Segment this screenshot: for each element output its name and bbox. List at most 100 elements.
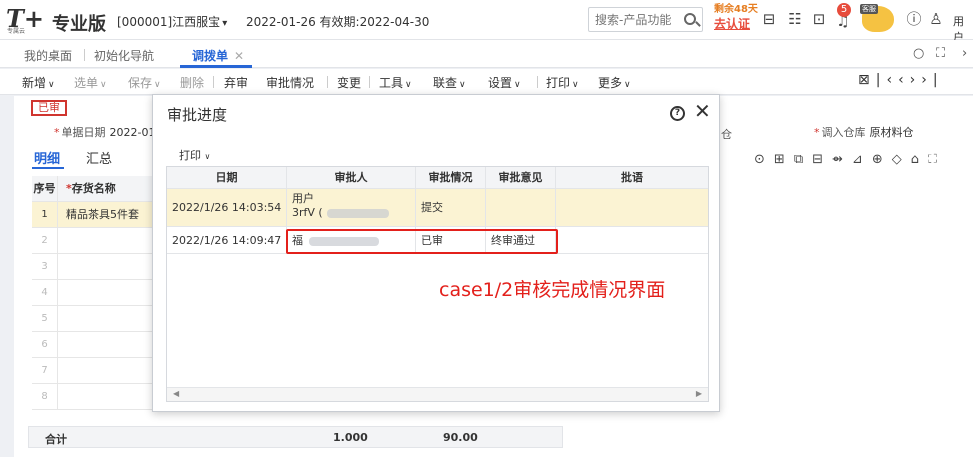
message-icon[interactable]: ⊡ [810,10,828,28]
paste-icon[interactable]: ⊟ [812,152,832,167]
horizontal-scrollbar[interactable]: ◀ ▶ [167,387,708,401]
chevron-down-icon: ∨ [624,80,631,90]
totals-row: 合计 1.000 90.00 [28,426,563,448]
account-selector[interactable]: [000001]江西服宝 ▾ [117,13,227,30]
help-icon[interactable]: ? [670,106,685,121]
row-comment [556,227,708,253]
subtab-summary[interactable]: 汇总 [86,148,112,167]
close-icon[interactable]: ✕ [694,100,711,122]
next-record-icon[interactable]: › [910,72,922,88]
tab-transfer-order[interactable]: 调拨单 ✕ [192,47,244,64]
copy-row-icon[interactable]: ⧉ [794,152,812,167]
settings-button[interactable]: 设置 ∨ [488,74,521,91]
table-row[interactable]: 6 [32,332,172,358]
active-tab-indicator [180,65,252,68]
save-button[interactable]: 保存 ∨ [128,74,161,91]
search-icon[interactable]: ○ [913,46,924,61]
toolbar-divider [213,76,214,88]
save-doc-icon[interactable]: ⊟ [760,10,778,28]
certify-link[interactable]: 去认证 [714,17,758,31]
table-row[interactable]: 2 [32,228,172,254]
row-no: 4 [32,280,58,306]
select-bill-button[interactable]: 选单 ∨ [74,74,107,91]
row-no: 5 [32,306,58,332]
row-no: 3 [32,254,58,280]
dialog-print-label: 打印 [179,149,201,162]
col-name-header: *存货名称 [66,182,116,195]
active-subtab-indicator [32,167,64,169]
search-icon[interactable] [684,13,696,25]
table-row[interactable]: 5 [32,306,172,332]
col-no-header: 序号 [32,176,58,202]
more-button[interactable]: 更多 ∨ [598,74,631,91]
col-approver-header: 审批人 [287,167,416,188]
close-icon[interactable]: ✕ [234,49,244,63]
toolbar-divider [369,76,370,88]
tab-init-guide[interactable]: 初始化导航 [94,47,154,64]
first-record-icon[interactable]: |‹ [876,72,898,88]
dialog-print-button[interactable]: 打印 ∨ [179,147,210,163]
fullscreen-icon[interactable]: ⛶ [936,46,945,61]
delete-button[interactable]: 删除 [180,74,204,91]
approver-line2-text: 3rfV ( [292,206,323,219]
location-icon[interactable]: ⊙ [754,152,774,167]
row-no: 7 [32,358,58,384]
tools-label: 工具 [379,76,404,90]
table-row[interactable]: 4 [32,280,172,306]
chevron-right-icon[interactable]: › [962,46,967,61]
insert-row-icon[interactable]: ⊞ [774,152,794,167]
row-date: 2022/1/26 14:09:47 [167,227,287,253]
doc-date-value: 2022-01 [109,126,156,139]
help-icon[interactable]: ⓘ [905,10,923,28]
table-row[interactable]: 7 [32,358,172,384]
col-status-header: 审批情况 [416,167,486,188]
print-button[interactable]: 打印 ∨ [546,74,579,91]
row-status: 提交 [416,189,486,226]
approver-line1: 用户 [292,192,314,205]
approver-line2: 3rfV ( [292,206,415,220]
filter-icon[interactable]: ⇴ [832,152,852,167]
fullscreen-icon[interactable]: ⛶ [928,152,946,167]
chevron-down-icon: ∨ [459,80,466,90]
tab-my-desktop[interactable]: 我的桌面 [24,47,72,64]
prev-record-icon[interactable]: ‹ [898,72,910,88]
table-row[interactable]: 1 精品茶具5件套 [32,202,172,228]
split-icon[interactable]: ⊕ [872,152,892,167]
row-no: 6 [32,332,58,358]
new-button[interactable]: 新增 ∨ [22,74,55,91]
search-box[interactable] [588,7,703,32]
inbound-warehouse-field[interactable]: * 调入仓库 原材料仓 [814,124,914,140]
tools-button[interactable]: 工具 ∨ [379,74,412,91]
toolbar: 新增 ∨ 选单 ∨ 保存 ∨ 删除 弃审 审批情况 变更 工具 ∨ 联查 ∨ 设置 ∨ 打印… [0,69,973,95]
chevron-down-icon: ∨ [48,80,55,90]
totals-qty: 1.000 [333,431,368,444]
annotation-highlight-box [286,229,558,254]
grid-header: 序号 *存货名称 [32,176,172,202]
top-bar: T+ 专属云 专业版 [000001]江西服宝 ▾ 2022-01-26 有效期:… [0,0,973,44]
locate-icon[interactable]: ⊠ [858,72,876,88]
row-comment [556,189,708,226]
home-icon[interactable]: ⌂ [911,152,928,167]
edit-icon[interactable]: ⊿ [852,152,872,167]
query-button[interactable]: 联查 ∨ [433,74,466,91]
settings-label: 设置 [488,76,513,90]
edition-label: 专业版 [52,14,106,35]
query-label: 联查 [433,76,458,90]
last-record-icon[interactable]: ›| [921,72,943,88]
table-row[interactable]: 8 [32,384,172,410]
doc-date-field[interactable]: * 单据日期 2022-01 [54,124,155,140]
unapprove-button[interactable]: 弃审 [224,74,248,91]
eraser-icon[interactable]: ◇ [892,152,911,167]
table-row[interactable]: 2022/1/26 14:03:54 用户 3rfV ( 提交 [167,189,708,227]
list-icon[interactable]: ☷ [786,10,804,28]
search-input[interactable] [589,8,675,31]
table-row[interactable]: 3 [32,254,172,280]
scroll-right-icon[interactable]: ▶ [696,389,702,398]
doc-date-label: 单据日期 [61,126,106,139]
user-icon[interactable]: ♙ [927,10,945,28]
scroll-left-icon[interactable]: ◀ [173,389,179,398]
approval-status-button[interactable]: 审批情况 [266,74,314,91]
service-mascot-icon[interactable]: 客服 [860,4,894,32]
change-button[interactable]: 变更 [337,74,361,91]
subtab-detail[interactable]: 明细 [34,148,60,167]
